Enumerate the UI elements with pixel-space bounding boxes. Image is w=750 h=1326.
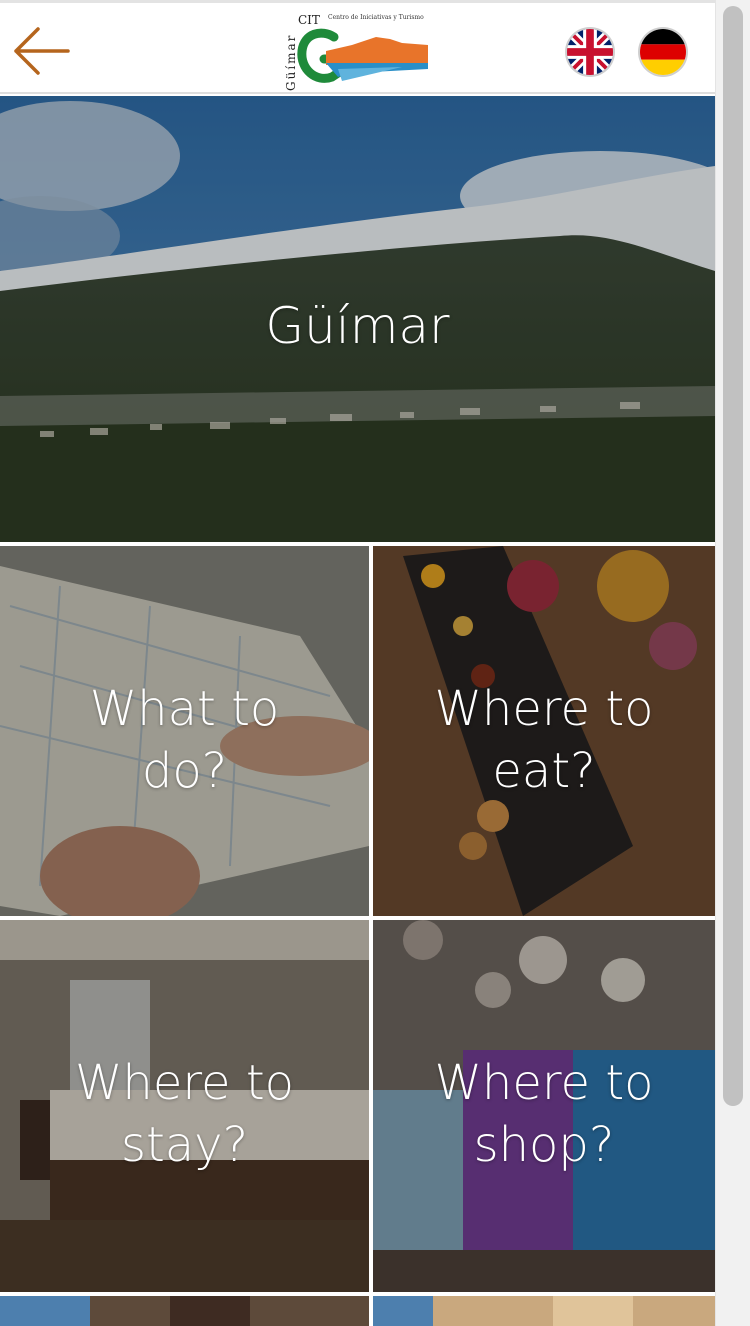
tile-title: Where to eat? xyxy=(373,678,715,802)
tile-next-left-image xyxy=(0,1296,369,1326)
tile-where-to-shop[interactable]: Where to shop? xyxy=(373,920,715,1292)
logo[interactable]: Güímar CIT Centro de Iniciativas y Turis… xyxy=(282,11,432,91)
scrollbar-thumb[interactable] xyxy=(723,6,743,1106)
tile-title-line1: Where to xyxy=(434,1055,654,1111)
hero-guimar[interactable]: Güímar xyxy=(0,96,715,542)
language-english-button[interactable] xyxy=(567,29,613,75)
tile-title: Where to stay? xyxy=(0,1052,369,1176)
hero-title: Güímar xyxy=(265,297,450,355)
app-viewport: Güímar CIT Centro de Iniciativas y Turis… xyxy=(0,0,750,1326)
tile-what-to-do[interactable]: What to do? xyxy=(0,546,369,916)
germany-flag-icon xyxy=(640,29,686,75)
tile-title-line1: Where to xyxy=(434,681,654,737)
back-button[interactable] xyxy=(10,23,74,79)
tile-title-line2: shop? xyxy=(473,1117,615,1173)
uk-flag-icon xyxy=(567,29,613,75)
vertical-scrollbar[interactable] xyxy=(715,0,750,1326)
tile-where-to-stay[interactable]: Where to stay? xyxy=(0,920,369,1292)
tile-title-line2: stay? xyxy=(120,1117,249,1173)
logo-emblem xyxy=(297,28,428,83)
tile-next-right[interactable] xyxy=(373,1296,715,1326)
tile-where-to-eat[interactable]: Where to eat? xyxy=(373,546,715,916)
tile-title-line1: What to xyxy=(89,681,280,737)
top-header: Güímar CIT Centro de Iniciativas y Turis… xyxy=(0,0,715,94)
tile-next-right-image xyxy=(373,1296,715,1326)
arrow-left-icon xyxy=(14,27,70,75)
tile-title-line2: eat? xyxy=(492,743,596,799)
tile-next-left[interactable] xyxy=(0,1296,369,1326)
tile-title-line2: do? xyxy=(141,743,228,799)
tile-title: Where to shop? xyxy=(373,1052,715,1176)
tile-title-line1: Where to xyxy=(74,1055,295,1111)
page-content: Güímar CIT Centro de Iniciativas y Turis… xyxy=(0,0,715,1326)
language-german-button[interactable] xyxy=(640,29,686,75)
tile-title: What to do? xyxy=(0,678,369,802)
